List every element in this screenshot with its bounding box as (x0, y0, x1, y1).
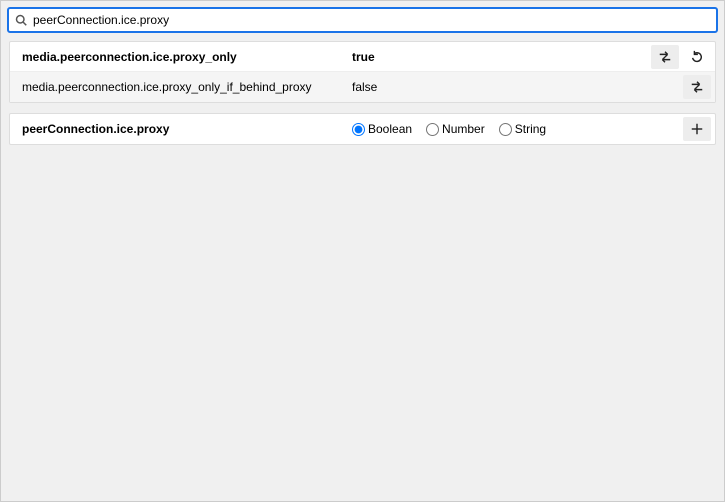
type-radio-input[interactable] (352, 123, 365, 136)
add-pref-type-group: Boolean Number String (352, 122, 679, 136)
add-icon (690, 122, 704, 136)
type-radio-input[interactable] (499, 123, 512, 136)
pref-value: true (352, 50, 647, 64)
pref-row: media.peerconnection.ice.proxy_only_if_b… (10, 72, 715, 102)
type-radio-label: String (515, 122, 546, 136)
pref-name: media.peerconnection.ice.proxy_only_if_b… (22, 80, 352, 94)
add-pref-row: peerConnection.ice.proxy Boolean Number St… (9, 113, 716, 145)
add-button[interactable] (683, 117, 711, 141)
pref-actions (679, 75, 715, 99)
reset-icon (690, 50, 704, 64)
toggle-button[interactable] (683, 75, 711, 99)
type-radio-label: Boolean (368, 122, 412, 136)
pref-row: media.peerconnection.ice.proxy_onlytrue (10, 42, 715, 72)
type-radio-number[interactable]: Number (426, 122, 485, 136)
toggle-icon (658, 50, 672, 64)
type-radio-string[interactable]: String (499, 122, 546, 136)
toggle-icon (690, 80, 704, 94)
results-list: media.peerconnection.ice.proxy_onlytruem… (9, 41, 716, 103)
toggle-button[interactable] (651, 45, 679, 69)
add-pref-name: peerConnection.ice.proxy (22, 122, 352, 136)
type-radio-label: Number (442, 122, 485, 136)
pref-value: false (352, 80, 679, 94)
type-radio-boolean[interactable]: Boolean (352, 122, 412, 136)
search-input[interactable] (27, 13, 710, 27)
reset-button[interactable] (683, 45, 711, 69)
pref-name: media.peerconnection.ice.proxy_only (22, 50, 352, 64)
type-radio-input[interactable] (426, 123, 439, 136)
search-box[interactable] (7, 7, 718, 33)
pref-actions (647, 45, 715, 69)
search-icon (15, 14, 27, 26)
